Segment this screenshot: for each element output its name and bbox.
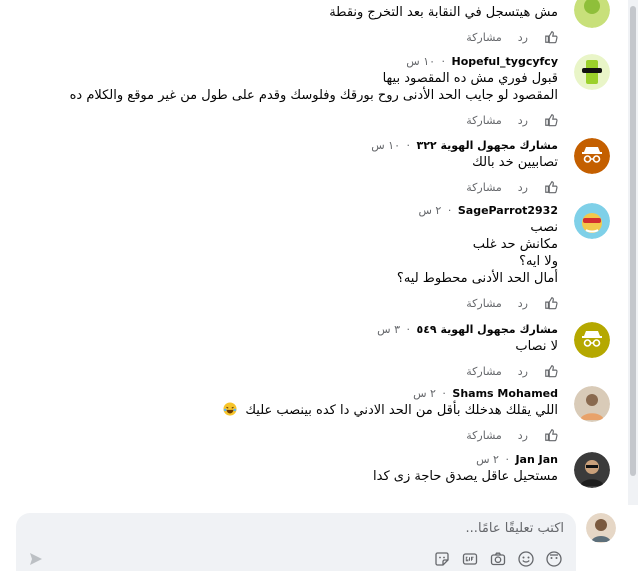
comment-time[interactable]: ١٠ س — [371, 139, 400, 152]
thumbs-up-icon[interactable] — [544, 364, 558, 378]
anonymous-avatar[interactable] — [574, 322, 610, 358]
thumbs-up-icon[interactable] — [544, 30, 558, 44]
comment-text-line: مش هيتسجل في النقابة بعد التخرج ونقطة — [329, 5, 558, 20]
avatar[interactable] — [574, 54, 610, 90]
avatar[interactable] — [574, 203, 610, 239]
comment-author[interactable]: SageParrot2932 — [458, 204, 558, 217]
comment-author[interactable]: Hopeful_tygcyfcy — [452, 55, 558, 68]
comment-text-line: تصابيين خد بالك — [472, 155, 558, 170]
reply-button[interactable]: رد — [518, 365, 528, 378]
comment-actions: رد مشاركة — [50, 112, 558, 128]
share-button[interactable]: مشاركة — [466, 429, 502, 442]
comment-composer: اكتب تعليقًا عامًا... — [0, 505, 638, 571]
comment-actions: رد مشاركة — [50, 179, 558, 195]
comment-author[interactable]: Shams Mohamed — [452, 387, 558, 400]
gif-icon[interactable] — [462, 551, 478, 567]
comment-author[interactable]: مشارك مجهول الهوية ٥٤٩ — [417, 323, 559, 336]
comment-text-line: نصب — [530, 220, 558, 235]
avatar[interactable] — [574, 0, 610, 28]
comment-time[interactable]: ٢ س — [476, 453, 499, 466]
emoji-icon[interactable] — [518, 551, 534, 567]
user-avatar[interactable] — [586, 513, 616, 543]
comment-time[interactable]: ٣ س — [377, 323, 400, 336]
comment-text-line: أمال الحد الأدنى محطوط ليه؟ — [396, 271, 558, 286]
share-button[interactable]: مشاركة — [466, 181, 502, 194]
comments-list: مش هيتسجل في النقابة بعد التخرج ونقطة رد… — [0, 0, 628, 505]
comment-actions: رد مشاركة — [50, 29, 558, 45]
reply-button[interactable]: رد — [518, 297, 528, 310]
comment-text-line: المقصود لو جايب الحد الأدنى روح بورقك وف… — [69, 88, 558, 103]
comment-text-line: مستحيل عاقل يصدق حاجة زى كدا — [373, 469, 558, 484]
reply-button[interactable]: رد — [518, 429, 528, 442]
reply-button[interactable]: رد — [518, 114, 528, 127]
comment-text-line: مكانش حد غلب — [472, 237, 558, 252]
anonymous-avatar[interactable] — [574, 138, 610, 174]
comment-text-line: اللي يقلك هدخلك بأقل من الحد الادني دا ك… — [245, 403, 558, 418]
share-button[interactable]: مشاركة — [466, 31, 502, 44]
comments-panel: مش هيتسجل في النقابة بعد التخرج ونقطة رد… — [0, 0, 638, 571]
thumbs-up-icon[interactable] — [544, 113, 558, 127]
comment-time[interactable]: ٢ س — [418, 204, 441, 217]
laughing-emoji-icon — [223, 402, 237, 416]
comment-author[interactable]: Jan Jan — [515, 453, 558, 466]
comment-actions: رد مشاركة — [50, 427, 558, 443]
comment-item: SageParrot2932 · ٢ س نصب مكانش حد غلب ول… — [50, 203, 610, 311]
comment-text-line: لا نصاب — [515, 339, 558, 354]
comment-item: Jan Jan · ٢ س مستحيل عاقل يصدق حاجة زى ك… — [50, 452, 610, 488]
comment-actions: رد مشاركة — [50, 363, 558, 379]
comment-item: Hopeful_tygcyfcy · ١٠ س قبول فوري مش ده … — [50, 54, 610, 128]
comment-time[interactable]: ٢ س — [413, 387, 436, 400]
comment-item: Shams Mohamed · ٢ س اللي يقلك هدخلك بأقل… — [50, 386, 610, 443]
share-button[interactable]: مشاركة — [466, 114, 502, 127]
comment-time[interactable]: ١٠ س — [406, 55, 435, 68]
comment-input-box[interactable]: اكتب تعليقًا عامًا... — [16, 513, 576, 571]
avatar[interactable] — [574, 386, 610, 422]
share-button[interactable]: مشاركة — [466, 297, 502, 310]
comment-item: مشارك مجهول الهوية ٥٤٩ · ٣ س لا نصاب رد … — [50, 322, 610, 379]
thumbs-up-icon[interactable] — [544, 296, 558, 310]
comment-item: مشارك مجهول الهوية ٣٢٢ · ١٠ س تصابيين خد… — [50, 138, 610, 195]
avatar[interactable] — [574, 452, 610, 488]
reply-button[interactable]: رد — [518, 181, 528, 194]
comment-input[interactable]: اكتب تعليقًا عامًا... — [466, 521, 564, 536]
composer-tools — [434, 551, 562, 567]
scrollbar-thumb[interactable] — [630, 6, 636, 476]
share-button[interactable]: مشاركة — [466, 365, 502, 378]
comment-author[interactable]: مشارك مجهول الهوية ٣٢٢ — [417, 139, 559, 152]
comment-item: مش هيتسجل في النقابة بعد التخرج ونقطة رد… — [50, 0, 610, 45]
thumbs-up-icon[interactable] — [544, 428, 558, 442]
reply-button[interactable]: رد — [518, 31, 528, 44]
sticker-icon[interactable] — [434, 551, 450, 567]
avatar-sticker-icon[interactable] — [546, 551, 562, 567]
comment-actions: رد مشاركة — [50, 295, 558, 311]
thumbs-up-icon[interactable] — [544, 180, 558, 194]
scrollbar[interactable] — [628, 0, 638, 505]
send-icon[interactable] — [28, 551, 44, 567]
comment-text-line: ولا ايه؟ — [519, 254, 558, 269]
comment-text-line: قبول فوري مش ده المقصود بيها — [382, 71, 558, 86]
camera-icon[interactable] — [490, 551, 506, 567]
